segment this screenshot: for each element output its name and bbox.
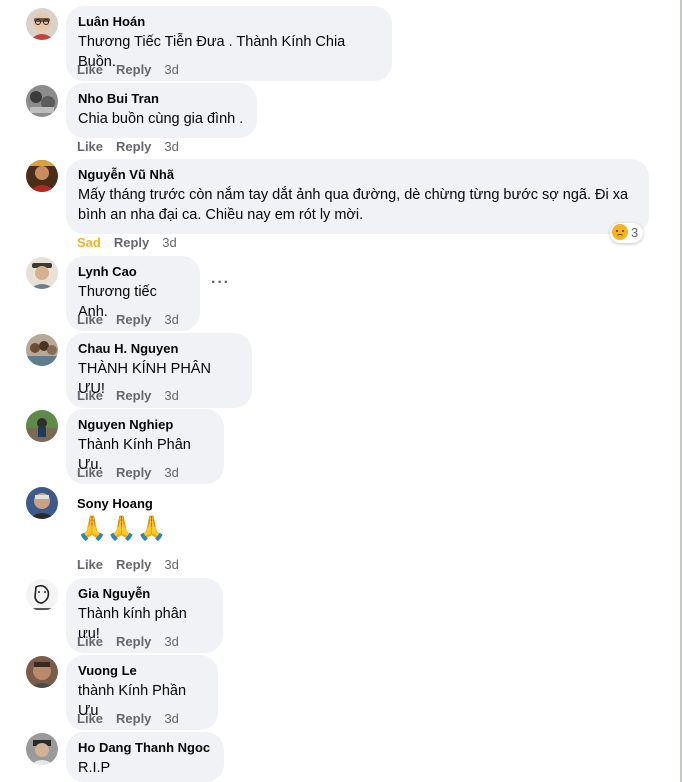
like-button[interactable]: Like (77, 557, 103, 572)
folded-hands-icon: 🙏 (77, 515, 107, 542)
avatar[interactable] (26, 733, 58, 765)
like-button[interactable]: Like (77, 312, 103, 327)
reaction-count[interactable]: 3 (610, 223, 644, 243)
comment-actions: Like Reply 3d (77, 465, 192, 481)
avatar[interactable] (26, 160, 58, 192)
comment-actions: Like Reply 3d (77, 312, 192, 328)
reply-button[interactable]: Reply (114, 235, 149, 250)
comment-author[interactable]: Nho Bui Tran (78, 91, 245, 107)
comment-time[interactable]: 3d (164, 312, 178, 327)
comment-time[interactable]: 3d (164, 62, 178, 77)
comment-author[interactable]: Nguyễn Vũ Nhã (78, 167, 637, 183)
reply-button[interactable]: Reply (116, 465, 151, 480)
reaction-count-value: 3 (631, 225, 639, 240)
comment-time[interactable]: 3d (162, 235, 176, 250)
comment-time[interactable]: 3d (164, 388, 178, 403)
avatar[interactable] (26, 334, 58, 366)
reply-button[interactable]: Reply (116, 139, 151, 154)
folded-hands-icon: 🙏 (106, 515, 137, 542)
sad-emoji-icon (612, 224, 628, 240)
avatar[interactable] (26, 257, 58, 289)
comment-actions: Like Reply 3d (77, 62, 192, 78)
reply-button[interactable]: Reply (116, 711, 151, 726)
comment-author[interactable]: Chau H. Nguyen (78, 341, 240, 357)
comment-actions: Like Reply 3d (77, 557, 192, 573)
sad-reaction-button[interactable]: Sad (77, 235, 101, 250)
comment-time[interactable]: 3d (164, 634, 178, 649)
like-button[interactable]: Like (77, 634, 103, 649)
more-options-icon[interactable]: ··· (211, 274, 230, 292)
avatar[interactable] (26, 487, 58, 519)
folded-hands-icon: 🙏 (136, 515, 167, 542)
comment-actions: Sad Reply 3d (77, 235, 190, 251)
avatar[interactable] (26, 579, 58, 611)
comment-author[interactable]: Lynh Cao (78, 264, 188, 280)
reply-button[interactable]: Reply (116, 62, 151, 77)
comment-author[interactable]: Gia Nguyễn (78, 586, 211, 602)
reply-button[interactable]: Reply (116, 312, 151, 327)
comment-author[interactable]: Ho Dang Thanh Ngoc (78, 740, 212, 756)
like-button[interactable]: Like (77, 388, 103, 403)
comment-text-line: bình an nha đại ca. Chiều nay em rót ly … (78, 207, 364, 223)
comment-author[interactable]: Vuong Le (78, 663, 206, 679)
comment-author[interactable]: Sony Hoang (77, 496, 153, 512)
reply-button[interactable]: Reply (116, 388, 151, 403)
reply-button[interactable]: Reply (116, 634, 151, 649)
like-button[interactable]: Like (77, 62, 103, 77)
avatar[interactable] (26, 8, 58, 40)
comment-actions: Like Reply 3d (77, 139, 192, 155)
comment-bubble: Nho Bui Tran Chia buồn cùng gia đình . (66, 83, 257, 138)
reply-button[interactable]: Reply (116, 557, 151, 572)
avatar[interactable] (26, 85, 58, 117)
comment-author[interactable]: Nguyen Nghiep (78, 417, 212, 433)
comment-text-line: Mấy tháng trước còn nắm tay dắt ảnh qua … (78, 187, 629, 203)
comment-bubble: Ho Dang Thanh Ngoc R.I.P (66, 732, 224, 782)
avatar[interactable] (26, 656, 58, 688)
comment-time[interactable]: 3d (164, 711, 178, 726)
emoji-row: 🙏🙏🙏 (77, 513, 167, 545)
comment-actions: Like Reply 3d (77, 711, 192, 727)
comment-text: R.I.P (78, 760, 111, 776)
like-button[interactable]: Like (77, 465, 103, 480)
comment-text: Chia buồn cùng gia đình . (78, 111, 244, 127)
comment-list: Luân Hoán Thương Tiếc Tiễn Đưa . Thành K… (0, 0, 682, 782)
comment-actions: Like Reply 3d (77, 388, 192, 404)
like-button[interactable]: Like (77, 711, 103, 726)
avatar[interactable] (26, 410, 58, 442)
comment-time[interactable]: 3d (164, 139, 178, 154)
comment-author[interactable]: Luân Hoán (78, 14, 380, 30)
comment-actions: Like Reply 3d (77, 634, 192, 650)
like-button[interactable]: Like (77, 139, 103, 154)
comment-time[interactable]: 3d (164, 557, 178, 572)
comment-time[interactable]: 3d (164, 465, 178, 480)
comment-bubble: Nguyễn Vũ Nhã Mấy tháng trước còn nắm ta… (66, 159, 649, 234)
